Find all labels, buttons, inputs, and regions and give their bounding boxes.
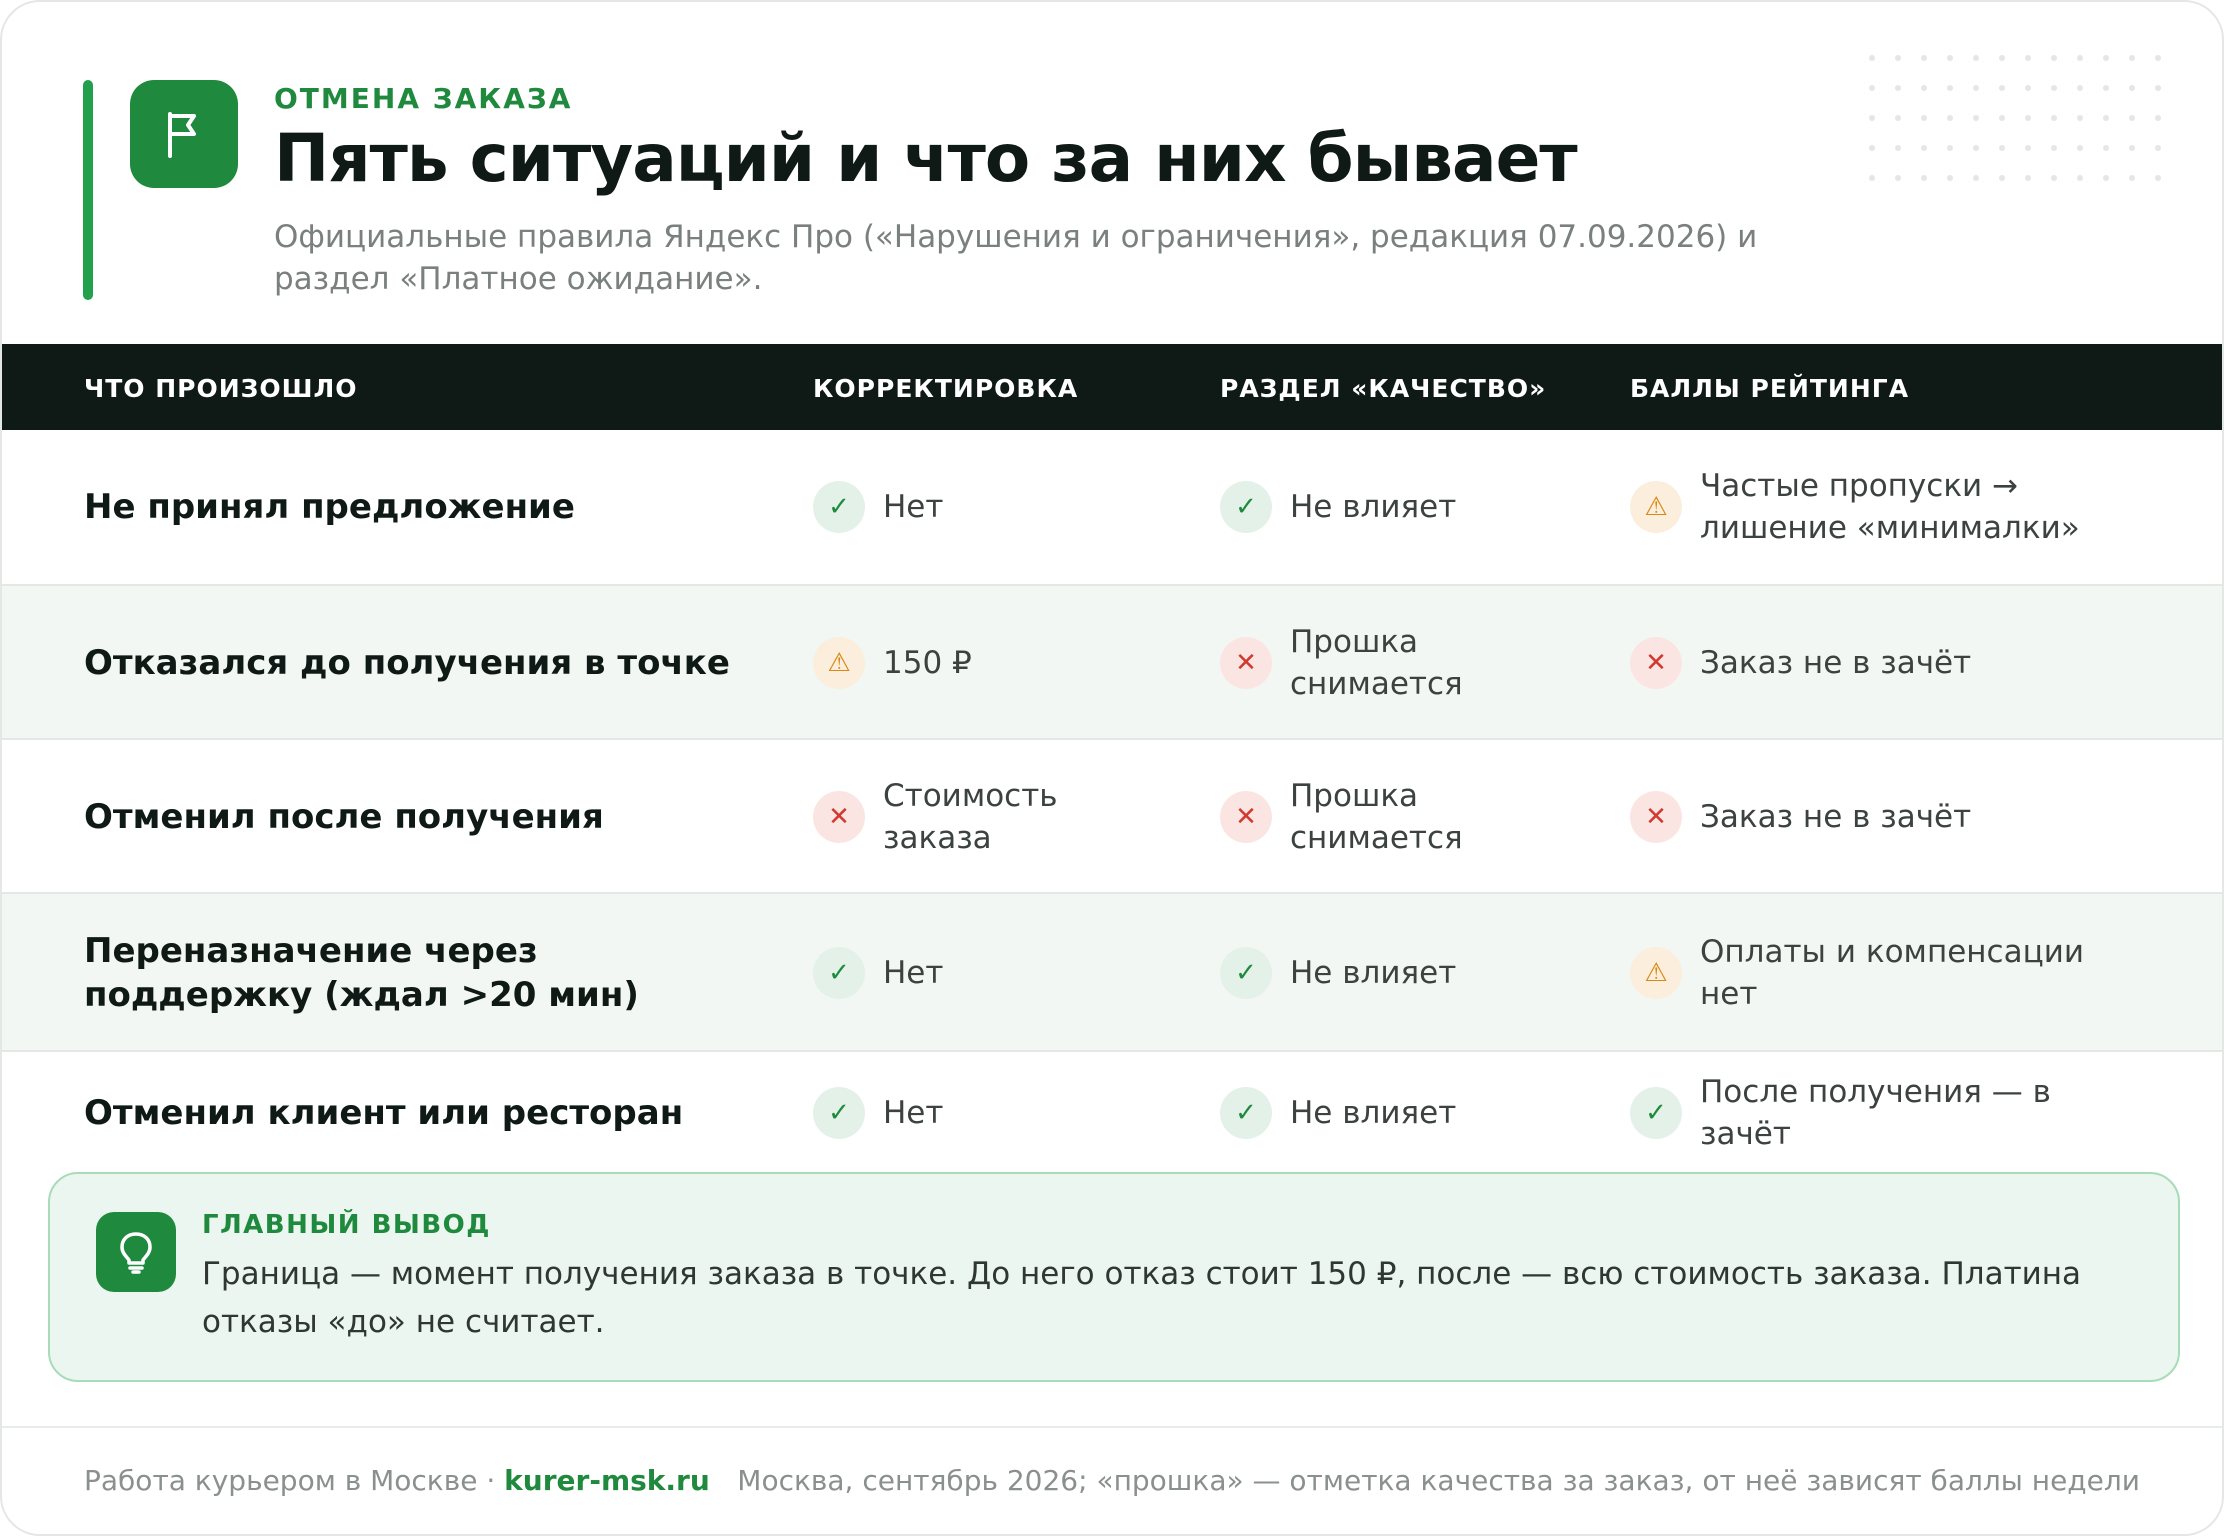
row-cell: ✕ Заказ не в зачёт (1630, 586, 2150, 740)
check-icon: ✓ (1630, 1087, 1682, 1139)
row-cell-text: Не влияет (1290, 489, 1457, 525)
conclusion-label: ГЛАВНЫЙ ВЫВОД (202, 1210, 491, 1240)
row-cell-text: Прошка снимается (1290, 624, 1463, 702)
row-cell: ✓ После получения — в зачёт (1630, 1052, 2150, 1174)
check-icon: ✓ (813, 947, 865, 999)
column-header-rating: БАЛЛЫ РЕЙТИНГА (1630, 374, 1910, 403)
conclusion-text: Граница — момент получения заказа в точк… (202, 1256, 2082, 1340)
row-cell: ✓ Нет (813, 430, 1153, 584)
row-cell-text: Нет (883, 489, 944, 525)
row-cell-text: Заказ не в зачёт (1700, 799, 1972, 835)
check-icon: ✓ (1220, 481, 1272, 533)
row-cell: ⚠ 150 ₽ (813, 586, 1153, 740)
check-icon: ✓ (1220, 1087, 1272, 1139)
row-cell-text: Не влияет (1290, 955, 1457, 991)
row-cell-text: 150 ₽ (883, 645, 972, 681)
column-header-adjustment: КОРРЕКТИРОВКА (813, 374, 1079, 403)
row-cell: ✕ Прошка снимается (1220, 586, 1560, 740)
row-cell: ✓ Не влияет (1220, 894, 1560, 1052)
card: ОТМЕНА ЗАКАЗА Пять ситуаций и что за них… (0, 0, 2224, 1536)
table-row: Переназначение через поддержку (ждал >20… (2, 892, 2222, 1052)
row-cell-text: Нет (883, 1095, 944, 1131)
row-cell-text: Прошка снимается (1290, 778, 1463, 856)
table-row: Отменил после получения ✕ Стоимость заказа… (2, 738, 2222, 894)
row-cell-text: Нет (883, 955, 944, 991)
cross-icon: ✕ (1630, 637, 1682, 689)
footer-divider (2, 1426, 2222, 1428)
page-title: Пять ситуаций и что за них бывает (274, 120, 1578, 197)
flag-tile (130, 80, 238, 188)
table-header: ЧТО ПРОИЗОШЛО КОРРЕКТИРОВКА РАЗДЕЛ «КАЧЕ… (2, 344, 2222, 430)
row-cell: ✕ Заказ не в зачёт (1630, 740, 2150, 894)
warning-icon: ⚠ (1630, 947, 1682, 999)
check-icon: ✓ (1220, 947, 1272, 999)
row-cell: ✕ Стоимость заказа (813, 740, 1153, 894)
cross-icon: ✕ (813, 791, 865, 843)
footer-site-link[interactable]: kurer-msk.ru (504, 1464, 710, 1497)
conclusion-box: ГЛАВНЫЙ ВЫВОД Граница — момент получения… (48, 1172, 2180, 1382)
table-row: Отменил клиент или ресторан ✓ Нет ✓ Не влияе… (2, 1050, 2222, 1174)
warning-icon: ⚠ (813, 637, 865, 689)
row-cell: ✓ Не влияет (1220, 430, 1560, 584)
eyebrow: ОТМЕНА ЗАКАЗА (274, 82, 573, 115)
column-header-situation: ЧТО ПРОИЗОШЛО (84, 374, 358, 403)
column-header-quality: РАЗДЕЛ «КАЧЕСТВО» (1220, 374, 1547, 403)
cross-icon: ✕ (1630, 791, 1682, 843)
dot-pattern-decoration (1869, 55, 2161, 181)
row-cell-text: Не влияет (1290, 1095, 1457, 1131)
row-cell: ✕ Прошка снимается (1220, 740, 1560, 894)
check-icon: ✓ (813, 481, 865, 533)
row-cell-text: Частые пропуски → лишение «минималки» (1700, 468, 2080, 546)
page-subtitle: Официальные правила Яндекс Про («Нарушен… (274, 219, 1758, 297)
cross-icon: ✕ (1220, 791, 1272, 843)
table-row: Отказался до получения в точке ⚠ 150 ₽ ✕ Про… (2, 584, 2222, 740)
table-body: Не принял предложение ✓ Нет ✓ Не влияет ⚠ Част… (2, 430, 2222, 1174)
row-cell: ⚠ Оплаты и компенсации нет (1630, 894, 2150, 1052)
check-icon: ✓ (813, 1087, 865, 1139)
warning-icon: ⚠ (1630, 481, 1682, 533)
lightbulb-tile (96, 1212, 176, 1292)
row-situation: Переназначение через поддержку (ждал >20… (84, 931, 639, 1015)
accent-bar (83, 80, 93, 300)
row-cell: ✓ Нет (813, 1052, 1153, 1174)
cross-icon: ✕ (1220, 637, 1272, 689)
row-situation: Не принял предложение (84, 487, 575, 527)
row-cell-text: Оплаты и компенсации нет (1700, 934, 2084, 1012)
row-cell: ⚠ Частые пропуски → лишение «минималки» (1630, 430, 2150, 584)
row-situation: Отменил клиент или ресторан (84, 1093, 684, 1133)
row-cell-text: Заказ не в зачёт (1700, 645, 1972, 681)
footer-credit-text: Работа курьером в Москве · (84, 1464, 505, 1497)
row-cell: ✓ Не влияет (1220, 1052, 1560, 1174)
footer-note: Москва, сентябрь 2026; «прошка» — отметк… (737, 1464, 2140, 1497)
row-situation: Отказался до получения в точке (84, 643, 730, 683)
row-cell: ✓ Нет (813, 894, 1153, 1052)
situations-table: ЧТО ПРОИЗОШЛО КОРРЕКТИРОВКА РАЗДЕЛ «КАЧЕ… (2, 344, 2222, 1174)
row-situation: Отменил после получения (84, 797, 604, 837)
row-cell-text: Стоимость заказа (883, 778, 1058, 856)
footer-credit: Работа курьером в Москве · kurer-msk.ru (84, 1464, 710, 1497)
flag-icon (168, 112, 196, 158)
table-row: Не принял предложение ✓ Нет ✓ Не влияет ⚠ Част… (2, 430, 2222, 584)
lightbulb-icon (120, 1232, 152, 1274)
row-cell-text: После получения — в зачёт (1700, 1074, 2051, 1152)
